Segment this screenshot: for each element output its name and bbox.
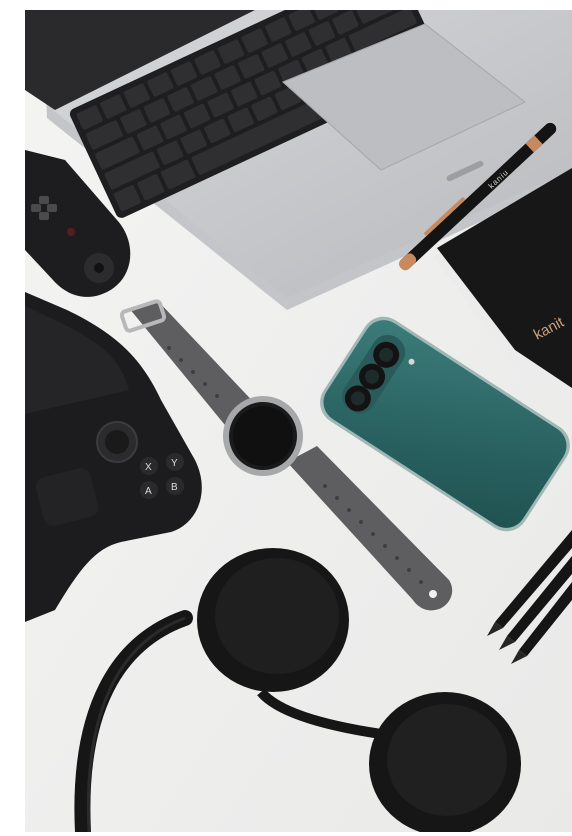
button-y-label: Y xyxy=(171,458,178,469)
button-b-label: B xyxy=(171,482,178,493)
button-x-label: X xyxy=(145,462,152,473)
photo-canvas: kaniu kanit X Y A B xyxy=(25,10,572,832)
button-a-label: A xyxy=(145,486,152,497)
